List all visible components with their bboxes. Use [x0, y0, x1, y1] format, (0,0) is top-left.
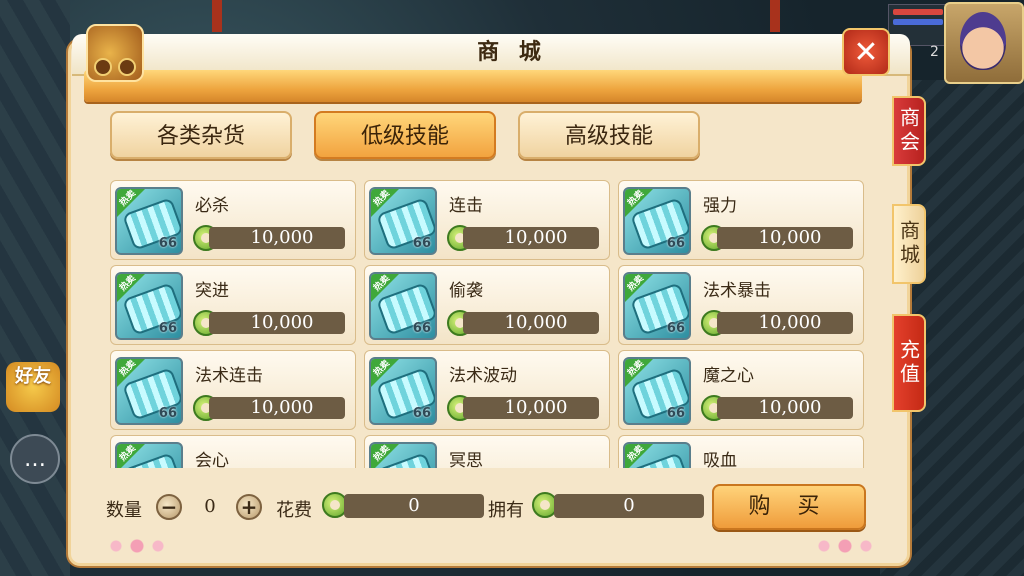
item-level: 66 — [666, 406, 685, 421]
item-name: 必杀 — [195, 196, 229, 216]
buy-button-label: 购 买 — [748, 494, 830, 519]
shop-item[interactable]: 热卖 66 魔之心 10,000 — [618, 350, 864, 430]
buy-button[interactable]: 购 买 — [712, 484, 866, 530]
skill-book-icon: 热卖 66 — [623, 357, 691, 425]
item-grid[interactable]: 热卖 66 必杀 10,000 热卖 66 连击 10,000 热卖 66 强力… — [110, 180, 864, 468]
item-price: 10,000 — [717, 397, 853, 419]
flower-decoration — [102, 538, 172, 554]
friends-label: 好友 — [15, 366, 51, 387]
hp-bar — [893, 9, 943, 15]
item-level: 66 — [666, 321, 685, 336]
item-name: 偷袭 — [449, 281, 483, 301]
item-level: 66 — [666, 236, 685, 251]
friends-button[interactable]: 好友 — [6, 362, 60, 412]
flower-decoration — [810, 538, 880, 554]
item-level: 66 — [412, 236, 431, 251]
skill-book-icon: 热卖 66 — [115, 272, 183, 340]
item-name: 冥思 — [449, 451, 483, 468]
side-tab-recharge[interactable]: 充值 — [892, 314, 926, 412]
owned-label: 拥有 — [488, 500, 524, 521]
item-price: 10,000 — [209, 227, 345, 249]
skill-book-icon: 热卖 66 — [623, 187, 691, 255]
skill-book-icon: 热卖 66 — [623, 272, 691, 340]
item-level: 66 — [158, 321, 177, 336]
item-level: 66 — [412, 406, 431, 421]
side-tab-label: 商会 — [896, 107, 921, 155]
shop-item[interactable]: 热卖 66 突进 10,000 — [110, 265, 356, 345]
item-name: 突进 — [195, 281, 229, 301]
side-tab-label: 商城 — [896, 220, 921, 268]
minus-icon: − — [160, 495, 178, 519]
tab-label: 低级技能 — [360, 124, 449, 149]
item-level: 66 — [412, 321, 431, 336]
side-tab-mall[interactable]: 商城 — [892, 204, 926, 284]
item-name: 强力 — [703, 196, 737, 216]
item-name: 法术连击 — [195, 366, 263, 386]
side-tab-guild-shop[interactable]: 商会 — [892, 96, 926, 166]
item-name: 会心 — [195, 451, 229, 468]
item-price: 10,000 — [717, 312, 853, 334]
mascot-cart-icon — [86, 24, 144, 82]
skill-book-icon: 热卖 66 — [369, 187, 437, 255]
item-price: 10,000 — [717, 227, 853, 249]
shop-item[interactable]: 热卖 66 冥思 — [364, 435, 610, 468]
item-level: 66 — [158, 406, 177, 421]
skill-book-icon: 热卖 66 — [115, 357, 183, 425]
background-pillar — [770, 0, 780, 32]
tab-advanced-skills[interactable]: 高级技能 — [518, 111, 700, 159]
chat-bubble-icon: … — [24, 446, 46, 472]
quantity-label: 数量 — [106, 500, 142, 521]
close-button[interactable]: ✕ — [842, 28, 890, 76]
item-price: 10,000 — [463, 397, 599, 419]
cost-value: 0 — [344, 494, 484, 518]
background-pillar — [212, 0, 222, 32]
shop-item[interactable]: 热卖 66 必杀 10,000 — [110, 180, 356, 260]
item-price: 10,000 — [209, 397, 345, 419]
cost-label: 花费 — [276, 500, 312, 521]
shop-item[interactable]: 热卖 66 法术连击 10,000 — [110, 350, 356, 430]
item-name: 法术波动 — [449, 366, 517, 386]
tab-misc-goods[interactable]: 各类杂货 — [110, 111, 292, 159]
skill-book-icon: 热卖 66 — [623, 442, 691, 468]
wheel-icon — [94, 58, 112, 76]
tab-label: 各类杂货 — [156, 124, 245, 149]
item-price: 10,000 — [463, 312, 599, 334]
wheel-icon — [118, 58, 136, 76]
item-name: 法术暴击 — [703, 281, 771, 301]
item-name: 吸血 — [703, 451, 737, 468]
item-name: 连击 — [449, 196, 483, 216]
chat-button[interactable]: … — [10, 434, 60, 484]
skill-book-icon: 热卖 66 — [369, 357, 437, 425]
mp-bar — [893, 19, 943, 25]
title-scroll-decoration — [84, 70, 862, 102]
skill-book-icon: 热卖 66 — [115, 442, 183, 468]
shop-item[interactable]: 热卖 66 偷袭 10,000 — [364, 265, 610, 345]
quantity-value[interactable]: 0 — [184, 496, 236, 520]
owned-value: 0 — [554, 494, 704, 518]
skill-book-icon: 热卖 66 — [369, 272, 437, 340]
plus-icon: + — [240, 495, 258, 519]
shop-item[interactable]: 热卖 66 会心 — [110, 435, 356, 468]
close-icon: ✕ — [853, 34, 879, 70]
item-price: 10,000 — [463, 227, 599, 249]
shop-item[interactable]: 热卖 66 法术波动 10,000 — [364, 350, 610, 430]
shop-item[interactable]: 热卖 66 强力 10,000 — [618, 180, 864, 260]
background-wall — [0, 0, 70, 576]
item-level: 66 — [158, 236, 177, 251]
skill-book-icon: 热卖 66 — [115, 187, 183, 255]
shop-item[interactable]: 热卖 66 法术暴击 10,000 — [618, 265, 864, 345]
side-tab-label: 充值 — [896, 339, 921, 387]
shop-item[interactable]: 热卖 66 连击 10,000 — [364, 180, 610, 260]
skill-book-icon: 热卖 66 — [369, 442, 437, 468]
shop-item[interactable]: 热卖 66 吸血 — [618, 435, 864, 468]
item-name: 魔之心 — [703, 366, 754, 386]
item-price: 10,000 — [209, 312, 345, 334]
quantity-increase-button[interactable]: + — [236, 494, 262, 520]
tab-basic-skills[interactable]: 低级技能 — [314, 111, 496, 159]
tab-label: 高级技能 — [564, 124, 653, 149]
quantity-decrease-button[interactable]: − — [156, 494, 182, 520]
